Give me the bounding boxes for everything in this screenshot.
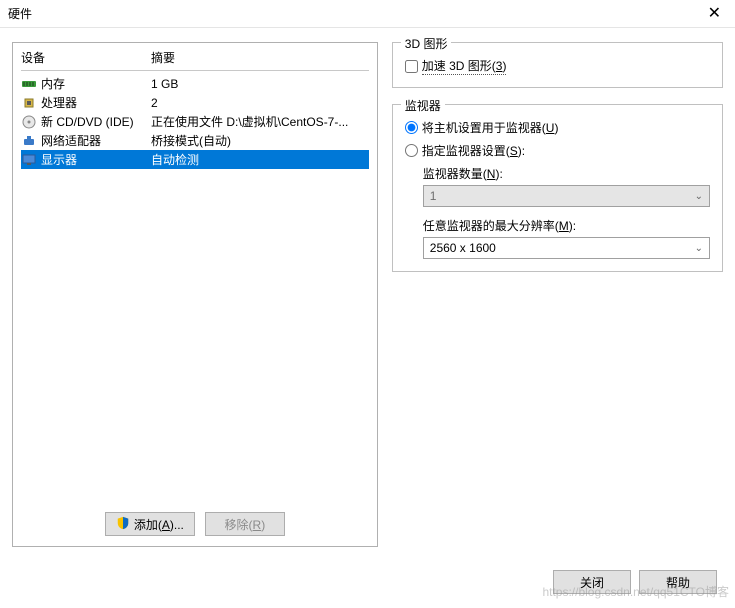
remove-label: 移除(R) <box>225 516 266 533</box>
device-name: 处理器 <box>41 94 151 111</box>
title-bar: 硬件 ✕ <box>0 0 735 28</box>
monitor-count-value: 1 <box>430 189 437 203</box>
accelerate-3d-label: 加速 3D 图形(3) <box>422 57 507 75</box>
device-name: 内存 <box>41 75 151 92</box>
device-summary: 桥接模式(自动) <box>151 132 369 149</box>
max-resolution-combo[interactable]: 2560 x 1600 ⌄ <box>423 237 710 259</box>
content-area: 设备 摘要 内存1 GB处理器2新 CD/DVD (IDE)正在使用文件 D:\… <box>0 28 735 608</box>
add-button[interactable]: 添加(A)... <box>105 512 195 536</box>
accelerate-3d-input[interactable] <box>405 60 418 73</box>
max-resolution-value: 2560 x 1600 <box>430 241 496 255</box>
window-title: 硬件 <box>8 5 32 22</box>
add-label: 添加(A)... <box>134 516 184 533</box>
col-device: 设备 <box>21 49 151 66</box>
radio-specify[interactable]: 指定监视器设置(S): <box>405 142 710 159</box>
cpu-icon <box>21 95 37 111</box>
device-list[interactable]: 内存1 GB处理器2新 CD/DVD (IDE)正在使用文件 D:\虚拟机\Ce… <box>21 74 369 502</box>
device-name: 显示器 <box>41 151 151 168</box>
close-icon[interactable]: ✕ <box>704 6 725 22</box>
close-button[interactable]: 关闭 <box>553 570 631 594</box>
device-row[interactable]: 网络适配器桥接模式(自动) <box>21 131 369 150</box>
device-summary: 1 GB <box>151 77 369 91</box>
max-resolution-label: 任意监视器的最大分辨率(M): <box>423 217 710 234</box>
disc-icon <box>21 114 37 130</box>
monitor-icon <box>21 152 37 168</box>
device-summary: 正在使用文件 D:\虚拟机\CentOS-7-... <box>151 113 369 130</box>
radio-use-host-label: 将主机设置用于监视器(U) <box>422 119 559 136</box>
radio-use-host-input[interactable] <box>405 121 418 134</box>
chevron-down-icon: ⌄ <box>695 191 703 202</box>
monitor-count-label: 监视器数量(N): <box>423 165 710 182</box>
accelerate-3d-checkbox[interactable]: 加速 3D 图形(3) <box>405 57 710 75</box>
device-name: 新 CD/DVD (IDE) <box>41 113 151 130</box>
device-list-header: 设备 摘要 <box>21 49 369 71</box>
device-summary: 2 <box>151 96 369 110</box>
shield-icon <box>116 516 130 533</box>
device-row[interactable]: 处理器2 <box>21 93 369 112</box>
settings-panel: 3D 图形 加速 3D 图形(3) 监视器 将主机设置用于监视器(U) 指定监视… <box>392 42 723 547</box>
radio-specify-input[interactable] <box>405 144 418 157</box>
device-summary: 自动检测 <box>151 151 369 168</box>
group-monitor-legend: 监视器 <box>401 97 445 114</box>
device-panel: 设备 摘要 内存1 GB处理器2新 CD/DVD (IDE)正在使用文件 D:\… <box>12 42 378 547</box>
chevron-down-icon: ⌄ <box>695 243 703 254</box>
remove-button: 移除(R) <box>205 512 285 536</box>
help-button[interactable]: 帮助 <box>639 570 717 594</box>
group-3d-legend: 3D 图形 <box>401 35 452 52</box>
monitor-count-combo: 1 ⌄ <box>423 185 710 207</box>
group-monitor: 监视器 将主机设置用于监视器(U) 指定监视器设置(S): 监视器数量(N): … <box>392 104 723 272</box>
group-3d-graphics: 3D 图形 加速 3D 图形(3) <box>392 42 723 88</box>
device-row[interactable]: 显示器自动检测 <box>21 150 369 169</box>
device-row[interactable]: 内存1 GB <box>21 74 369 93</box>
radio-use-host[interactable]: 将主机设置用于监视器(U) <box>405 119 710 136</box>
network-icon <box>21 133 37 149</box>
col-summary: 摘要 <box>151 49 369 66</box>
device-row[interactable]: 新 CD/DVD (IDE)正在使用文件 D:\虚拟机\CentOS-7-... <box>21 112 369 131</box>
memory-icon <box>21 76 37 92</box>
device-name: 网络适配器 <box>41 132 151 149</box>
radio-specify-label: 指定监视器设置(S): <box>422 142 525 159</box>
